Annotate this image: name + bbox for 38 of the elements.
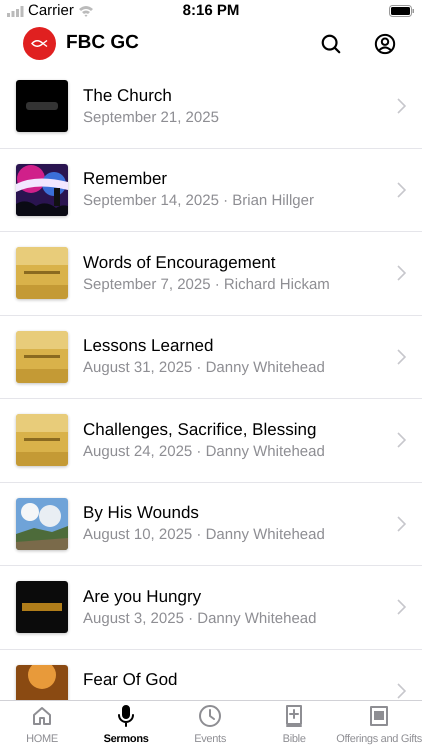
sermon-subtitle: September 7, 2025 · Richard Hickam (83, 274, 331, 295)
sermon-title: The Church (83, 84, 173, 107)
status-time: 8:16 PM (182, 0, 240, 21)
sermon-row[interactable]: Remember September 14, 2025 · Brian Hillger (0, 148, 422, 232)
sermon-title: Lessons Learned (83, 335, 214, 358)
chevron-icon (397, 432, 406, 448)
wifi-icon (78, 5, 94, 17)
chevron-icon (397, 98, 406, 114)
battery-icon (388, 5, 415, 17)
sermon-row[interactable]: Words of Encouragement September 7, 2025 · Richard Hickam (0, 232, 422, 316)
app-title: FBC GC (66, 31, 140, 56)
clock-icon (198, 704, 222, 728)
chevron-icon (397, 182, 406, 198)
sermon-row[interactable]: Are you Hungry August 3, 2025 · Danny Whitehead (0, 566, 422, 650)
signal-icon (7, 6, 24, 16)
sermon-subtitle: August 10, 2025 · Danny Whitehead (83, 525, 326, 546)
fish-logo-icon (23, 27, 56, 60)
sermon-row[interactable]: Lessons Learned August 31, 2025 · Danny Whitehead (0, 316, 422, 399)
carrier-label: Carrier (28, 0, 74, 21)
chevron-icon (397, 516, 406, 532)
sermon-title: By His Wounds (83, 502, 200, 524)
sermon-subtitle: September 21, 2025 (83, 108, 220, 128)
sermon-row[interactable]: The Church September 21, 2025 (0, 65, 422, 148)
tab-bar-item[interactable]: Sermons (84, 701, 168, 750)
sermon-title: Are you Hungry (83, 586, 202, 608)
sermon-subtitle: August 31, 2025 · Danny Whitehead (83, 358, 326, 378)
sermon-subtitle: August 24, 2025 · Danny Whitehead (83, 442, 326, 462)
chevron-icon (397, 599, 406, 616)
sermon-title: Fear Of God (83, 669, 178, 692)
chevron-icon (397, 265, 406, 282)
sermon-subtitle: August 3, 2025 · Danny Whitehead (83, 608, 318, 629)
sermon-subtitle: September 14, 2025 · Brian Hillger (83, 191, 315, 212)
sermon-row[interactable]: Challenges, Sacrifice, Blessing August 24, 2025 · Danny Whitehead (0, 399, 422, 482)
sermon-title: Remember (83, 168, 168, 190)
sermon-row[interactable]: By His Wounds August 10, 2025 · Danny Whitehead (0, 482, 422, 566)
sermon-title: Challenges, Sacrifice, Blessing (83, 418, 318, 441)
chevron-icon (397, 348, 406, 365)
sermon-title: Words of Encouragement (83, 252, 276, 274)
